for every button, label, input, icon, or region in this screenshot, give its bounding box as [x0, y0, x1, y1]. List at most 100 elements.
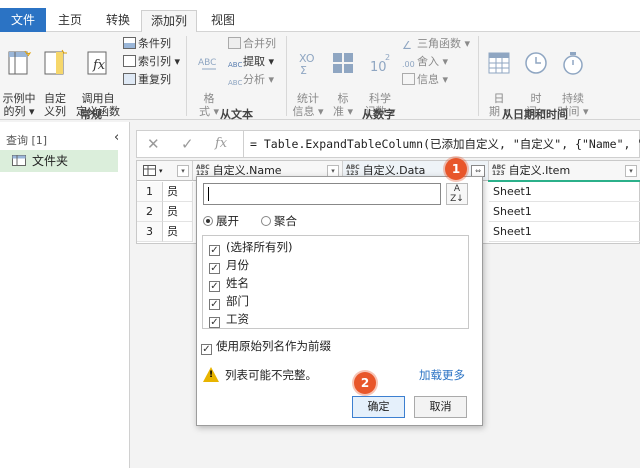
stopwatch-icon	[563, 52, 583, 75]
table-cell[interactable]: Sheet1	[489, 202, 640, 222]
checkbox-label: 工资	[226, 312, 249, 326]
svg-text:10: 10	[370, 60, 387, 75]
column-from-examples-icon	[8, 50, 32, 75]
sort-ascending-icon[interactable]: A Z↓	[446, 183, 468, 205]
fx-icon[interactable]: fx	[215, 136, 227, 151]
table-cell[interactable]: 员	[163, 182, 193, 202]
index-column-label: 索引列 ▾	[138, 55, 181, 68]
column-checkbox-month[interactable]: ✓ 月份	[209, 256, 249, 274]
query-item-label: 文件夹	[32, 154, 69, 168]
group-label-general: 常规	[80, 108, 102, 121]
information-button[interactable]: 信息 ▾	[402, 72, 448, 88]
index-column-icon	[123, 55, 136, 67]
tab-home[interactable]: 主页	[52, 10, 88, 32]
svg-text:ABC: ABC	[198, 58, 216, 68]
svg-text:2: 2	[385, 53, 390, 62]
duplicate-column-button[interactable]: 重复列	[123, 72, 171, 88]
duplicate-column-icon	[123, 73, 136, 85]
table-menu-header[interactable]: ▾ ▾	[137, 161, 193, 181]
merge-columns-button[interactable]: 合并列	[228, 36, 276, 52]
column-filter-dropdown[interactable]: ▾	[177, 165, 189, 177]
extract-button[interactable]: ABC提取 ▾	[228, 54, 274, 70]
column-header-item[interactable]: ABC 123 自定义.Item ▾	[489, 161, 640, 181]
column-checkbox-salary[interactable]: ✓ 工资	[209, 310, 249, 328]
table-cell[interactable]: 员	[163, 222, 193, 242]
rounding-icon: .00	[402, 60, 415, 69]
dropdown-arrow-icon: ▾	[159, 167, 163, 175]
scientific-icon: 102	[370, 53, 390, 75]
confirm-formula-icon[interactable]: ✓	[181, 135, 194, 153]
statistics-icon: XOΣ	[299, 52, 315, 77]
rounding-label: 舍入 ▾	[417, 55, 449, 68]
queries-header: 查询 [1]	[6, 134, 48, 147]
information-label: 信息 ▾	[417, 73, 449, 86]
standard-button[interactable]: 标 准 ▾	[328, 36, 358, 118]
invoke-function-icon: fx	[87, 51, 107, 75]
table-icon	[12, 155, 26, 166]
group-separator	[478, 36, 479, 116]
table-cell[interactable]: Sheet1	[489, 222, 640, 242]
index-column-button[interactable]: 索引列 ▾	[123, 54, 180, 70]
collapse-pane-icon[interactable]: ‹	[114, 130, 119, 145]
conditional-column-button[interactable]: 条件列	[123, 36, 171, 52]
merge-columns-icon	[228, 37, 241, 49]
use-prefix-label: 使用原始列名作为前缀	[216, 339, 331, 353]
column-checkbox-department[interactable]: ✓ 部门	[209, 292, 249, 310]
information-icon	[402, 73, 415, 85]
cancel-button[interactable]: 取消	[414, 396, 467, 418]
ok-button[interactable]: 确定	[352, 396, 405, 418]
select-all-checkbox[interactable]: ✓ (选择所有列)	[209, 238, 292, 256]
trigonometry-button[interactable]: ∠ 三角函数 ▾	[402, 36, 470, 52]
step-badge-1: 1	[445, 158, 467, 180]
column-checklist: ✓ (选择所有列) ✓ 月份 ✓ 姓名 ✓ 部门 ✓ 工资	[202, 235, 469, 329]
group-separator	[186, 36, 187, 116]
svg-text:fx: fx	[92, 58, 106, 73]
group-label-from-text: 从文本	[220, 108, 253, 121]
merge-columns-label: 合并列	[243, 37, 276, 50]
parse-label: 分析 ▾	[243, 73, 275, 86]
custom-column-label: 自定 义列	[44, 92, 66, 118]
custom-column-button[interactable]: 自定 义列	[40, 36, 70, 118]
expand-label: 展开	[216, 214, 239, 228]
column-from-examples-button[interactable]: 示例中 的列 ▾	[0, 36, 38, 118]
tab-add-column[interactable]: 添加列	[141, 10, 197, 33]
row-number: 3	[137, 222, 163, 242]
table-menu-icon	[143, 165, 156, 176]
queries-pane: 查询 [1] ‹ 文件夹	[0, 122, 130, 468]
format-icon: ABC	[198, 58, 216, 70]
rounding-button[interactable]: .00 舍入 ▾	[402, 54, 448, 70]
checkbox-label: 姓名	[226, 276, 249, 290]
parse-button[interactable]: ABC分析 ▾	[228, 72, 274, 88]
aggregate-radio[interactable]: 聚合	[261, 213, 297, 229]
ribbon: 示例中 的列 ▾ 自定 义列 fx 调用自 定义函数 条件列 索引列 ▾ 重复列…	[0, 32, 640, 121]
load-more-link[interactable]: 加载更多	[419, 367, 465, 383]
warning-text: 列表可能不完整。	[225, 368, 317, 382]
conditional-column-label: 条件列	[138, 37, 171, 50]
column-checkbox-name[interactable]: ✓ 姓名	[209, 274, 249, 292]
tab-view[interactable]: 视图	[205, 10, 241, 32]
cancel-formula-icon[interactable]: ✕	[147, 135, 160, 153]
checkbox-label: (选择所有列)	[226, 240, 293, 254]
statistics-button[interactable]: XO Σ 统计 信息 ▾	[290, 36, 326, 118]
checkbox-checked-icon: ✓	[201, 344, 212, 355]
extract-icon: ABC	[228, 61, 243, 69]
query-item-folder[interactable]: 文件夹	[0, 150, 118, 172]
tab-file[interactable]: 文件	[0, 8, 46, 32]
checkbox-checked-icon: ✓	[209, 263, 220, 274]
use-prefix-checkbox[interactable]: ✓ 使用原始列名作为前缀	[201, 337, 331, 355]
row-number: 2	[137, 202, 163, 222]
calendar-icon	[488, 52, 510, 74]
table-cell[interactable]: 员	[163, 202, 193, 222]
column-from-examples-label: 示例中 的列 ▾	[2, 92, 36, 118]
formula-input[interactable]: = Table.ExpandTableColumn(已添加自定义, "自定义",…	[243, 131, 640, 157]
expand-radio[interactable]: 展开	[203, 213, 239, 229]
search-columns-input[interactable]	[203, 183, 441, 205]
clock-icon	[525, 52, 547, 74]
table-cell[interactable]: Sheet1	[489, 182, 640, 202]
svg-text:Σ: Σ	[300, 64, 307, 77]
trigonometry-label: 三角函数 ▾	[417, 37, 471, 50]
column-header-label: 自定义.Item	[508, 164, 571, 177]
text-caret	[208, 187, 209, 201]
column-filter-dropdown[interactable]: ▾	[625, 165, 637, 177]
tab-transform[interactable]: 转换	[98, 10, 138, 32]
